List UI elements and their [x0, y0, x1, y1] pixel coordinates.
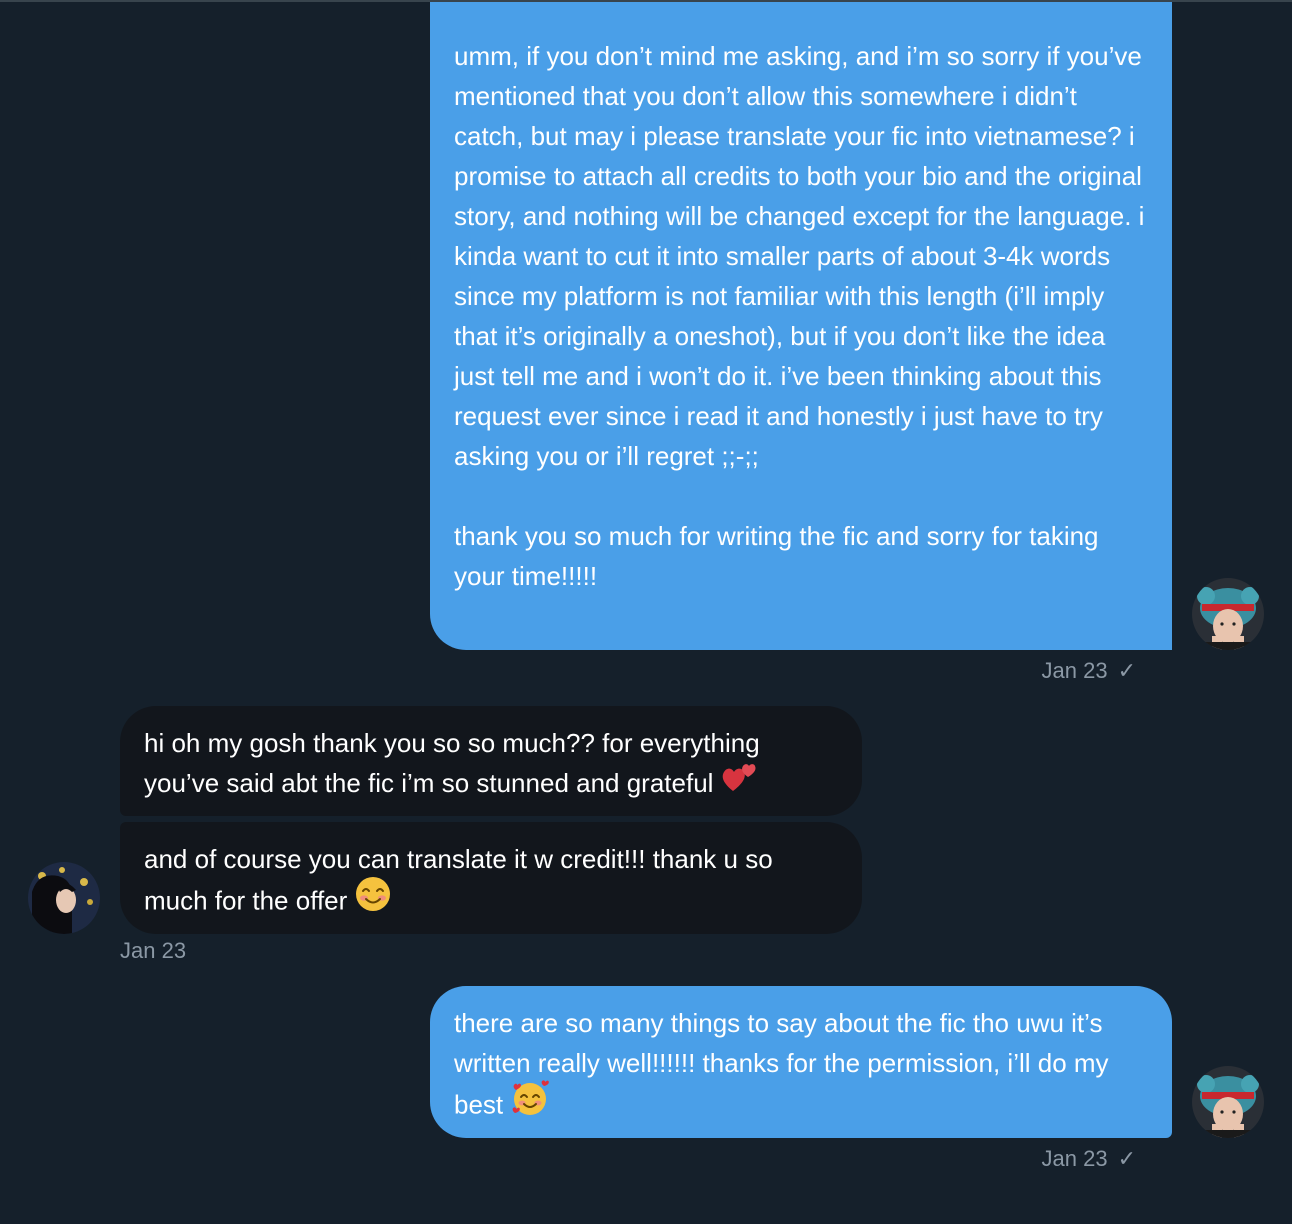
- own-avatar[interactable]: [1192, 1066, 1264, 1138]
- contact-avatar[interactable]: [28, 862, 100, 934]
- message-timestamp: Jan 23: [120, 938, 187, 963]
- two-hearts-icon: [721, 761, 757, 804]
- message-text: umm, if you don’t mind me asking, and i’…: [454, 41, 1145, 591]
- message-text: and of course you can translate it w cre…: [144, 844, 780, 916]
- message-timestamp: Jan 23 ✓: [1041, 1146, 1137, 1171]
- message-text: there are so many things to say about th…: [454, 1008, 1116, 1120]
- sent-message-bubble[interactable]: umm, if you don’t mind me asking, and i’…: [430, 2, 1172, 650]
- smiling-face-icon: [355, 876, 391, 923]
- read-check-icon: ✓: [1117, 658, 1136, 683]
- sent-message-bubble[interactable]: there are so many things to say about th…: [430, 986, 1172, 1138]
- received-message-bubble[interactable]: hi oh my gosh thank you so so much?? for…: [120, 706, 862, 816]
- own-avatar[interactable]: [1192, 578, 1264, 650]
- message-text: hi oh my gosh thank you so so much?? for…: [144, 728, 767, 798]
- smiling-face-with-hearts-icon: [511, 1080, 549, 1127]
- read-check-icon: ✓: [1117, 1146, 1136, 1171]
- received-message-bubble[interactable]: and of course you can translate it w cre…: [120, 822, 862, 934]
- message-timestamp: Jan 23 ✓: [1041, 658, 1137, 683]
